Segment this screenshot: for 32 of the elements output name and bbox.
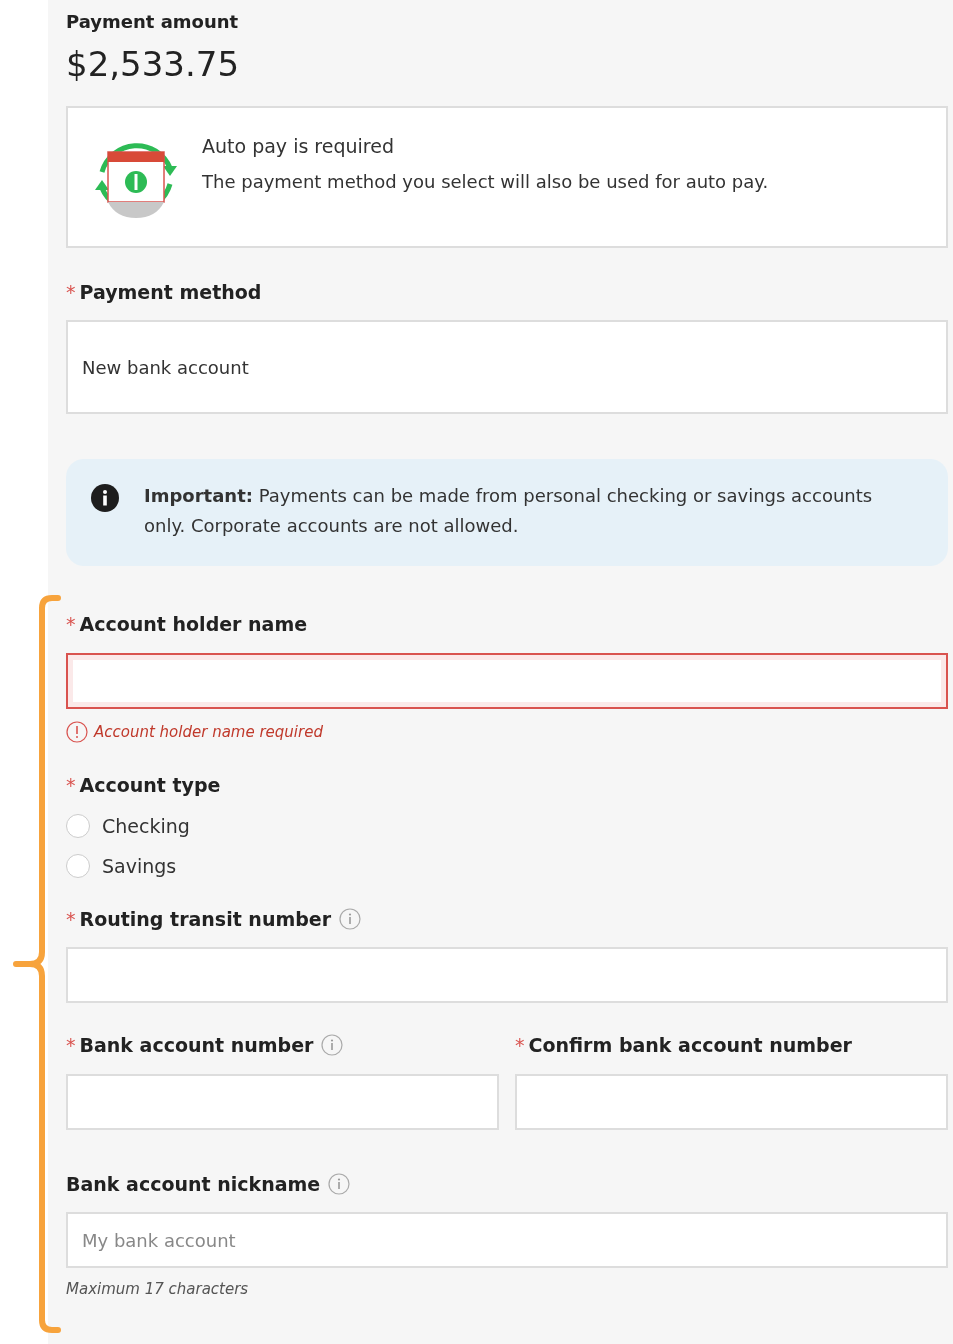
field-label: Bank account number: [79, 1033, 314, 1058]
required-marker: *: [66, 279, 76, 305]
required-marker: *: [66, 906, 76, 932]
error-message: Account holder name required: [94, 721, 323, 743]
section-title: Payment amount: [66, 10, 240, 34]
payment-method-select[interactable]: New bank account: [66, 320, 948, 414]
field-label: Confirm bank account number: [528, 1033, 852, 1058]
hint-text: Maximum 17 characters: [66, 1279, 250, 1300]
field-label: Account holder name: [79, 612, 308, 637]
radio-option[interactable]: Savings: [66, 852, 948, 881]
notice-title: Auto pay is required: [202, 133, 395, 159]
info-text: Important: Payments can be made from personal checking or savings accounts only. Corporate accounts are not allowed.: [144, 484, 874, 538]
notice-text: The payment method you select will also be used for auto pay.: [202, 170, 769, 194]
required-marker: *: [515, 1033, 525, 1058]
amount: $2,533.75: [66, 43, 241, 86]
info-icon[interactable]: [321, 1034, 344, 1057]
radio-icon[interactable]: [66, 813, 90, 838]
field-label: Account type: [79, 773, 221, 798]
radio-icon[interactable]: [66, 854, 90, 879]
info-icon[interactable]: [339, 907, 362, 930]
info-icon[interactable]: [328, 1172, 351, 1195]
info-icon: [90, 483, 120, 513]
field-label: Payment method: [79, 279, 262, 305]
required-marker: *: [66, 1033, 76, 1058]
text-field[interactable]: [66, 652, 948, 709]
radio-option[interactable]: Checking: [66, 811, 948, 840]
field-label: Routing transit number: [79, 906, 332, 932]
nickname-field[interactable]: My bank account: [66, 1212, 948, 1268]
required-marker: *: [66, 773, 76, 798]
required-marker: *: [66, 612, 76, 637]
alert-icon: [66, 720, 88, 743]
field-label: Bank account nickname: [66, 1171, 321, 1197]
